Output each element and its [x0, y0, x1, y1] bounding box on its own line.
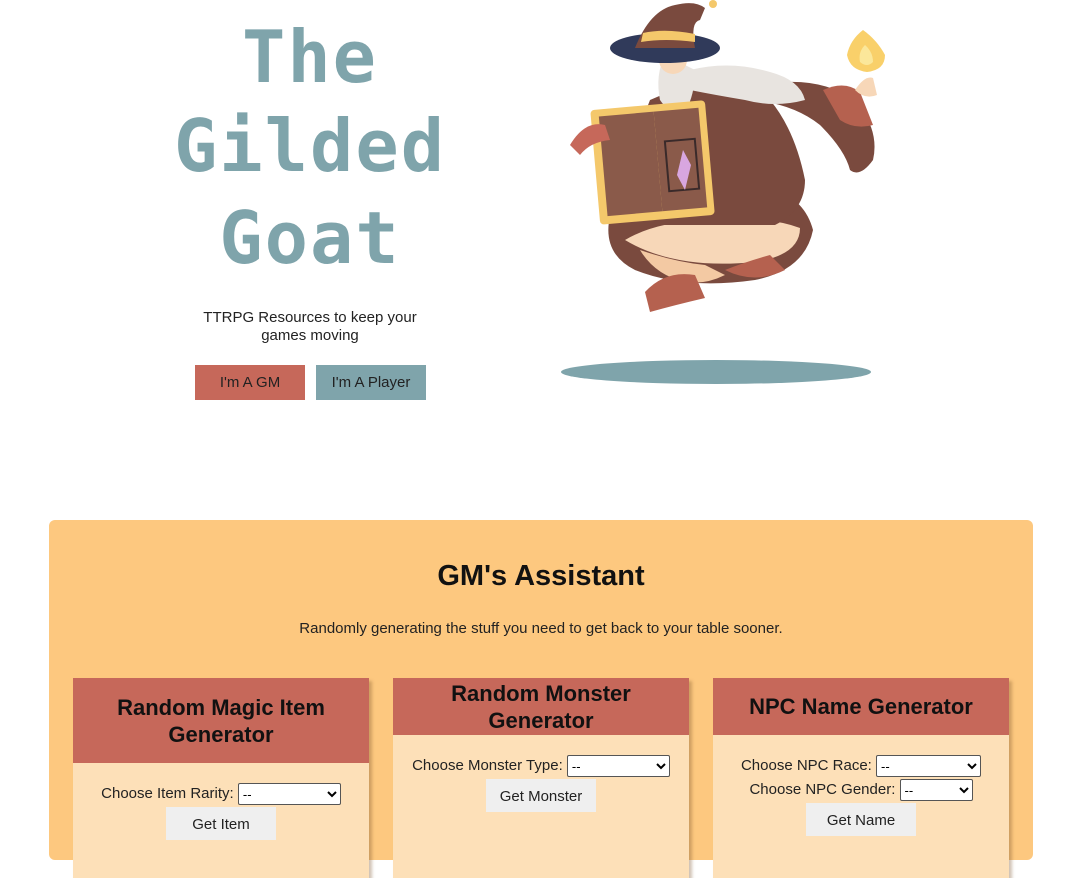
site-title: The Gilded Goat — [150, 14, 470, 284]
get-monster-button[interactable]: Get Monster — [486, 779, 596, 813]
npc-gender-row: Choose NPC Gender: -- — [713, 779, 1009, 802]
monster-card: Random Monster Generator Choose Monster … — [393, 678, 689, 878]
npc-race-select[interactable]: -- — [876, 755, 982, 778]
monster-type-label: Choose Monster Type: — [412, 757, 563, 774]
wizard-illustration — [561, 0, 885, 384]
assistant-title: GM's Assistant — [437, 560, 645, 592]
item-rarity-label: Choose Item Rarity: — [101, 785, 234, 802]
monster-card-title: Random Monster Generator — [393, 678, 689, 735]
get-item-button[interactable]: Get Item — [166, 807, 276, 841]
npc-gender-label: Choose NPC Gender: — [749, 781, 896, 799]
get-name-button[interactable]: Get Name — [806, 803, 916, 837]
magic-item-card-title: Random Magic Item Generator — [73, 678, 369, 763]
monster-type-row: Choose Monster Type: -- — [393, 755, 689, 778]
hero-subtitle: TTRPG Resources to keep your games movin… — [203, 309, 417, 344]
player-button[interactable]: I'm A Player — [316, 365, 426, 400]
title-line-the: The — [241, 15, 379, 99]
npc-gender-select[interactable]: -- — [899, 779, 973, 802]
magic-item-card: Random Magic Item Generator Choose Item … — [73, 678, 369, 878]
monster-type-select[interactable]: -- — [566, 755, 670, 778]
npc-race-label: Choose NPC Race: — [740, 757, 872, 774]
npc-name-card: NPC Name Generator Choose NPC Race: -- C… — [713, 678, 1009, 878]
title-line-gilded: Gilded — [173, 104, 447, 188]
gm-assistant-panel: GM's Assistant Randomly generating the s… — [49, 520, 1033, 878]
item-rarity-row: Choose Item Rarity: -- — [73, 783, 369, 806]
npc-race-row: Choose NPC Race: -- — [713, 755, 1009, 778]
gm-button[interactable]: I'm A GM — [195, 365, 305, 400]
title-line-goat: Goat — [219, 196, 401, 280]
item-rarity-select[interactable]: -- — [237, 783, 341, 806]
npc-card-title: NPC Name Generator — [713, 678, 1009, 735]
assistant-subtitle: Randomly generating the stuff you need t… — [299, 620, 783, 637]
